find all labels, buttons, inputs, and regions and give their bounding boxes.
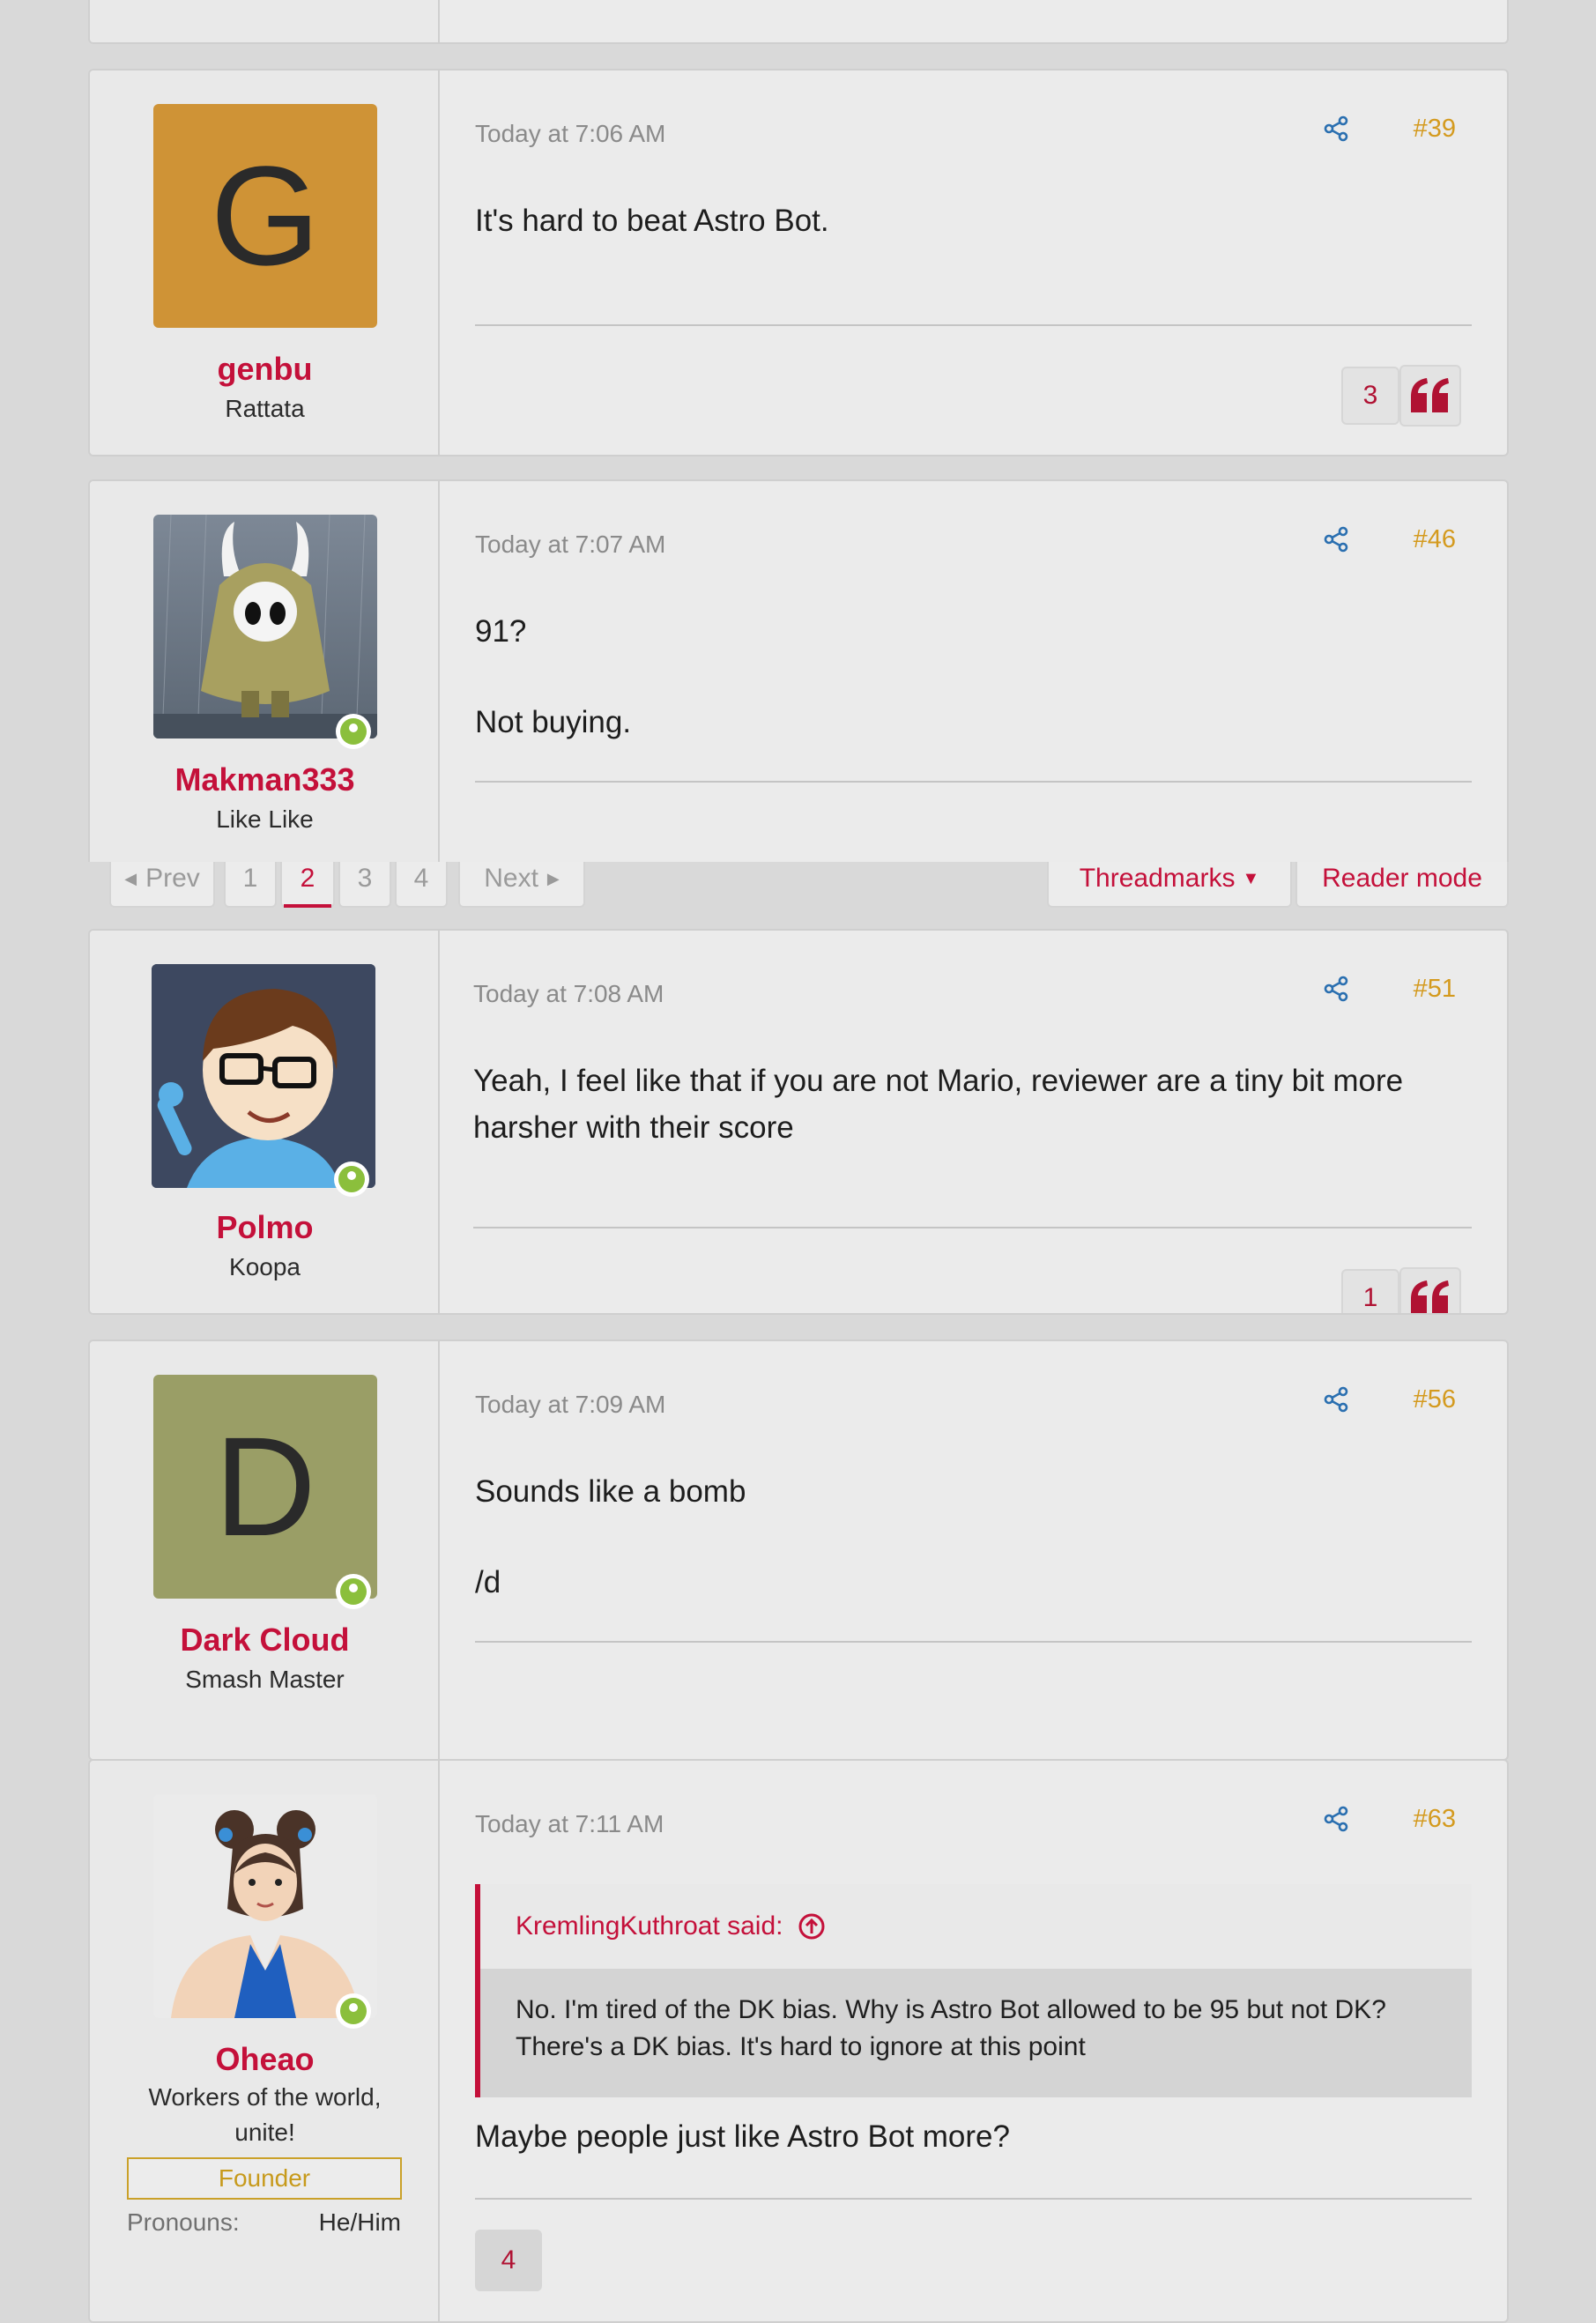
post-paragraph: 91? — [475, 614, 527, 649]
post-date[interactable]: Today at 7:06 AM — [475, 120, 665, 148]
next-page-button[interactable]: Next ▶ — [458, 862, 585, 908]
post-paragraph: /d — [475, 1565, 501, 1599]
prev-label: Prev — [145, 864, 200, 893]
page-link[interactable]: 1 — [224, 862, 277, 908]
post-divider — [475, 1641, 1472, 1643]
post-content: 91? Not buying. — [475, 608, 1472, 746]
post-content: Yeah, I feel like that if you are not Ma… — [473, 1058, 1472, 1151]
avatar-letter: G — [210, 137, 321, 294]
post-paragraph: Yeah, I feel like that if you are not Ma… — [473, 1064, 1404, 1145]
post-user-panel: Polmo Koopa — [90, 931, 440, 1313]
online-status-icon — [336, 714, 371, 749]
pagination-bar: ◀ Prev 1 2 3 4 Next ▶ Threadmarks ▼ Read… — [0, 862, 1596, 929]
user-title: Like Like — [216, 805, 314, 833]
post-body: Today at 7:11 AM #63 KremlingKuthroat sa… — [440, 1761, 1507, 2321]
post-date[interactable]: Today at 7:09 AM — [475, 1391, 665, 1419]
next-label: Next — [484, 864, 538, 893]
avatar[interactable]: D — [153, 1375, 377, 1599]
online-status-icon — [336, 1574, 371, 1609]
post-number[interactable]: #51 — [1414, 975, 1456, 1004]
page-link-current[interactable]: 2 — [280, 862, 335, 908]
pronouns-label: Pronouns: — [127, 2208, 240, 2236]
post-number[interactable]: #39 — [1414, 115, 1456, 144]
username[interactable]: Polmo — [90, 1209, 440, 1246]
user-title: Rattata — [225, 395, 305, 422]
post-divider — [473, 1227, 1472, 1228]
post-user-panel: D Dark Cloud Smash Master — [90, 1341, 440, 1759]
post-number[interactable]: #63 — [1414, 1805, 1456, 1834]
share-icon[interactable] — [1322, 975, 1350, 1003]
chevron-left-icon: ◀ — [124, 869, 137, 887]
post-body — [440, 0, 1507, 42]
post-partial-top — [88, 0, 1509, 44]
post-paragraph: Not buying. — [475, 705, 632, 739]
quote-text: No. I'm tired of the DK bias. Why is Ast… — [480, 1969, 1472, 2097]
post: D Dark Cloud Smash Master Today at 7:09 … — [88, 1340, 1509, 1761]
post-divider — [475, 781, 1472, 783]
reaction-count[interactable]: 1 — [1341, 1269, 1399, 1313]
post-user-panel: G genbu Rattata — [90, 71, 440, 455]
username[interactable]: genbu — [90, 351, 440, 388]
share-icon[interactable] — [1322, 1805, 1350, 1833]
user-title: Koopa — [229, 1253, 301, 1280]
post-user-panel: Makman333 Like Like — [90, 481, 440, 892]
prev-page-button[interactable]: ◀ Prev — [109, 862, 215, 908]
post: Polmo Koopa Today at 7:08 AM #51 Yeah, I… — [88, 929, 1509, 1315]
reader-mode-button[interactable]: Reader mode — [1295, 862, 1509, 908]
quote-block: KremlingKuthroat said: No. I'm tired of … — [475, 1884, 1472, 2097]
pronouns-value: He/Him — [318, 2208, 401, 2236]
post-date[interactable]: Today at 7:11 AM — [475, 1810, 664, 1838]
user-title: Workers of the world, unite! — [148, 2083, 382, 2146]
threadmarks-button[interactable]: Threadmarks ▼ — [1047, 862, 1292, 908]
username[interactable]: Dark Cloud — [90, 1622, 440, 1659]
post: G genbu Rattata Today at 7:06 AM #39 It'… — [88, 69, 1509, 456]
post: Oheao Workers of the world, unite! Found… — [88, 1759, 1509, 2323]
reaction-count[interactable]: 3 — [1341, 367, 1399, 425]
quote-icon[interactable] — [1399, 365, 1461, 427]
post-body: Today at 7:06 AM #39 It's hard to beat A… — [440, 71, 1507, 455]
post-user-panel: Oheao Workers of the world, unite! Found… — [90, 1761, 440, 2321]
chun-li-avatar[interactable] — [153, 1794, 377, 2018]
founder-badge: Founder — [127, 2157, 402, 2200]
post-number[interactable]: #46 — [1414, 525, 1456, 554]
share-icon[interactable] — [1322, 115, 1350, 143]
page-link[interactable]: 3 — [338, 862, 391, 908]
post-date[interactable]: Today at 7:08 AM — [473, 980, 664, 1008]
avatar-letter: D — [214, 1407, 316, 1565]
post-divider — [475, 324, 1472, 326]
post-content: Sounds like a bomb /d — [475, 1468, 1472, 1606]
quote-header[interactable]: KremlingKuthroat said: — [480, 1884, 1472, 1969]
post-divider — [475, 2198, 1472, 2200]
post-paragraph: It's hard to beat Astro Bot. — [475, 204, 829, 238]
caret-down-icon: ▼ — [1242, 868, 1260, 888]
post-paragraph: Maybe people just like Astro Bot more? — [475, 2119, 1010, 2154]
post-body: Today at 7:08 AM #51 Yeah, I feel like t… — [440, 931, 1507, 1313]
post-body: Today at 7:07 AM #46 91? Not buying. — [440, 481, 1507, 892]
quote-icon[interactable] — [1399, 1267, 1461, 1313]
reaction-count[interactable]: 4 — [475, 2230, 542, 2291]
avatar[interactable]: G — [153, 104, 377, 328]
post-date[interactable]: Today at 7:07 AM — [475, 531, 665, 559]
post: Makman333 Like Like Today at 7:07 AM #46… — [88, 479, 1509, 894]
jump-to-quote-icon[interactable] — [798, 1912, 826, 1941]
share-icon[interactable] — [1322, 525, 1350, 553]
threadmarks-label: Threadmarks — [1079, 864, 1236, 893]
mii-avatar[interactable] — [152, 964, 375, 1188]
post-paragraph: Sounds like a bomb — [475, 1474, 746, 1509]
post-number[interactable]: #56 — [1414, 1385, 1456, 1414]
online-status-icon — [336, 1993, 371, 2029]
page-link[interactable]: 4 — [395, 862, 448, 908]
hollow-knight-avatar[interactable] — [153, 515, 377, 738]
username[interactable]: Makman333 — [90, 761, 440, 798]
quote-author[interactable]: KremlingKuthroat said: — [516, 1911, 783, 1941]
user-title: Smash Master — [185, 1666, 345, 1693]
post-content: Maybe people just like Astro Bot more? — [475, 2113, 1472, 2160]
online-status-icon — [334, 1162, 369, 1197]
post-user-panel — [90, 0, 440, 42]
chevron-right-icon: ▶ — [546, 869, 560, 887]
username[interactable]: Oheao — [90, 2041, 440, 2078]
post-body: Today at 7:09 AM #56 Sounds like a bomb … — [440, 1341, 1507, 1759]
post-content: It's hard to beat Astro Bot. — [475, 197, 1472, 244]
share-icon[interactable] — [1322, 1385, 1350, 1414]
